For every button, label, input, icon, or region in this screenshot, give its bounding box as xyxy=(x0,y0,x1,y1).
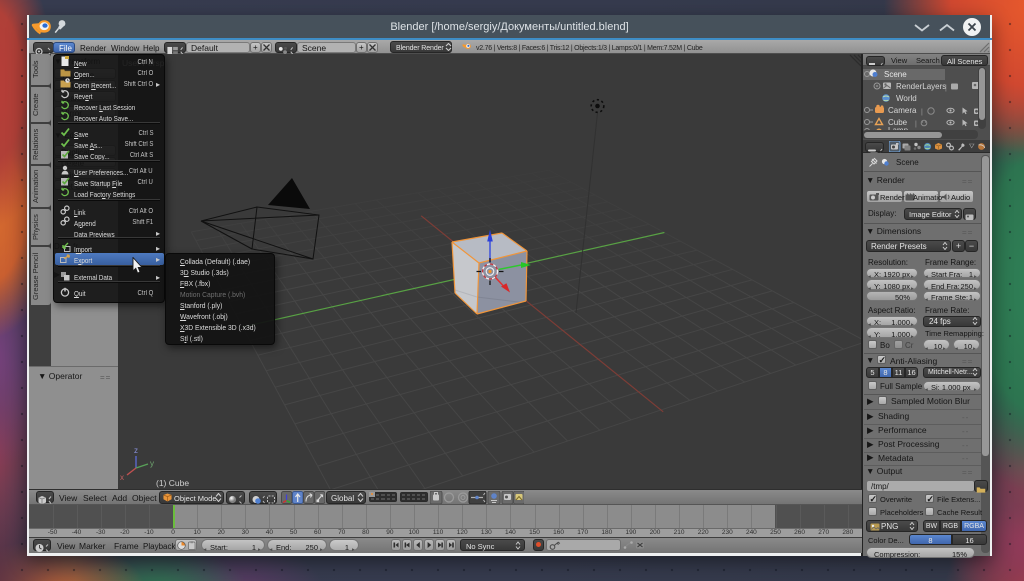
svg-text:y: y xyxy=(150,459,154,468)
svg-text:(1) Cube: (1) Cube xyxy=(156,478,189,488)
svg-text:|: | xyxy=(921,109,923,116)
svg-text:|: | xyxy=(945,85,947,92)
svg-text:z: z xyxy=(134,446,138,455)
svg-text:x: x xyxy=(120,473,124,482)
